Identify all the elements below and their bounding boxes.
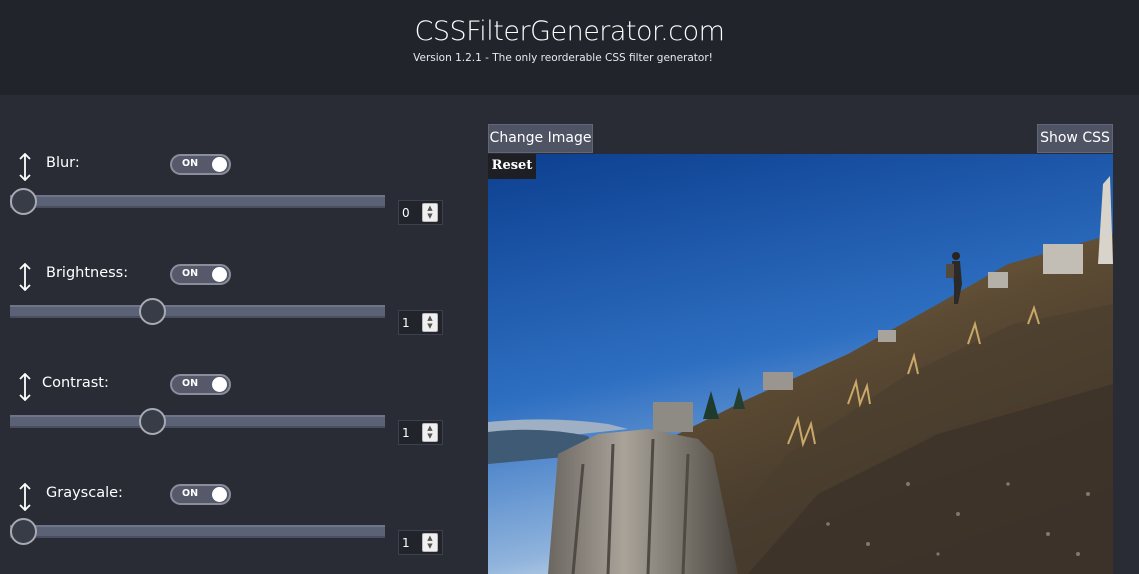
caret-down-icon[interactable]: ▼ — [423, 542, 437, 550]
filter-label-grayscale: Grayscale: — [46, 485, 123, 501]
toggle-knob — [212, 487, 227, 502]
value-text: 1 — [402, 316, 410, 330]
caret-up-icon[interactable]: ▲ — [423, 534, 437, 542]
reorder-icon[interactable] — [17, 373, 33, 401]
caret-down-icon[interactable]: ▼ — [423, 432, 437, 440]
value-input-contrast[interactable]: 1 ▲ ▼ — [398, 420, 443, 445]
filter-label-brightness: Brightness: — [46, 265, 129, 281]
value-text: 1 — [402, 536, 410, 550]
site-header: CSSFilterGenerator.com Version 1.2.1 - T… — [0, 0, 1139, 95]
slider-thumb-grayscale[interactable] — [10, 518, 37, 545]
slider-thumb-blur[interactable] — [10, 188, 37, 215]
spinner[interactable]: ▲ ▼ — [422, 533, 438, 552]
toggle-brightness[interactable]: ON — [170, 264, 231, 285]
value-input-blur[interactable]: 0 ▲ ▼ — [398, 200, 443, 225]
value-text: 0 — [402, 206, 410, 220]
landscape-photo — [488, 154, 1113, 574]
toggle-on-label: ON — [182, 488, 199, 499]
reorder-icon[interactable] — [17, 153, 33, 181]
toggle-blur[interactable]: ON — [170, 154, 231, 175]
slider-thumb-brightness[interactable] — [139, 298, 167, 325]
toggle-knob — [212, 267, 227, 282]
filter-contrast: Contrast: ON 1 ▲ ▼ — [0, 370, 460, 470]
site-title: CSSFilterGenerator.com — [414, 16, 725, 47]
toggle-knob — [212, 157, 227, 172]
version-text: Version 1.2.1 - The only reorderable CSS… — [413, 52, 713, 64]
reorder-icon[interactable] — [17, 483, 33, 511]
value-input-grayscale[interactable]: 1 ▲ ▼ — [398, 530, 443, 555]
value-text: 1 — [402, 426, 410, 440]
slider-track-grayscale[interactable] — [10, 525, 385, 538]
show-css-button[interactable]: Show CSS — [1037, 124, 1113, 153]
caret-down-icon[interactable]: ▼ — [423, 212, 437, 220]
change-image-button[interactable]: Change Image — [488, 124, 593, 153]
filter-brightness: Brightness: ON 1 ▲ ▼ — [0, 260, 460, 360]
spinner[interactable]: ▲ ▼ — [422, 423, 438, 442]
reset-button[interactable]: Reset — [488, 154, 536, 179]
slider-track-contrast[interactable] — [10, 415, 385, 428]
toggle-on-label: ON — [182, 158, 199, 169]
slider-track-brightness[interactable] — [10, 305, 385, 318]
spinner[interactable]: ▲ ▼ — [422, 203, 438, 222]
reorder-icon[interactable] — [17, 263, 33, 291]
spinner[interactable]: ▲ ▼ — [422, 313, 438, 332]
filter-label-blur: Blur: — [46, 155, 80, 171]
toggle-contrast[interactable]: ON — [170, 374, 231, 395]
value-input-brightness[interactable]: 1 ▲ ▼ — [398, 310, 443, 335]
toggle-on-label: ON — [182, 378, 199, 389]
caret-up-icon[interactable]: ▲ — [423, 314, 437, 322]
filter-label-contrast: Contrast: — [42, 375, 109, 391]
caret-up-icon[interactable]: ▲ — [423, 424, 437, 432]
caret-up-icon[interactable]: ▲ — [423, 204, 437, 212]
caret-down-icon[interactable]: ▼ — [423, 322, 437, 330]
toggle-knob — [212, 377, 227, 392]
filter-blur: Blur: ON 0 ▲ ▼ — [0, 150, 460, 250]
toggle-on-label: ON — [182, 268, 199, 279]
slider-thumb-contrast[interactable] — [139, 408, 167, 435]
preview-image — [488, 154, 1113, 574]
toggle-grayscale[interactable]: ON — [170, 484, 231, 505]
filter-grayscale: Grayscale: ON 1 ▲ ▼ — [0, 480, 460, 574]
slider-track-blur[interactable] — [10, 195, 385, 208]
